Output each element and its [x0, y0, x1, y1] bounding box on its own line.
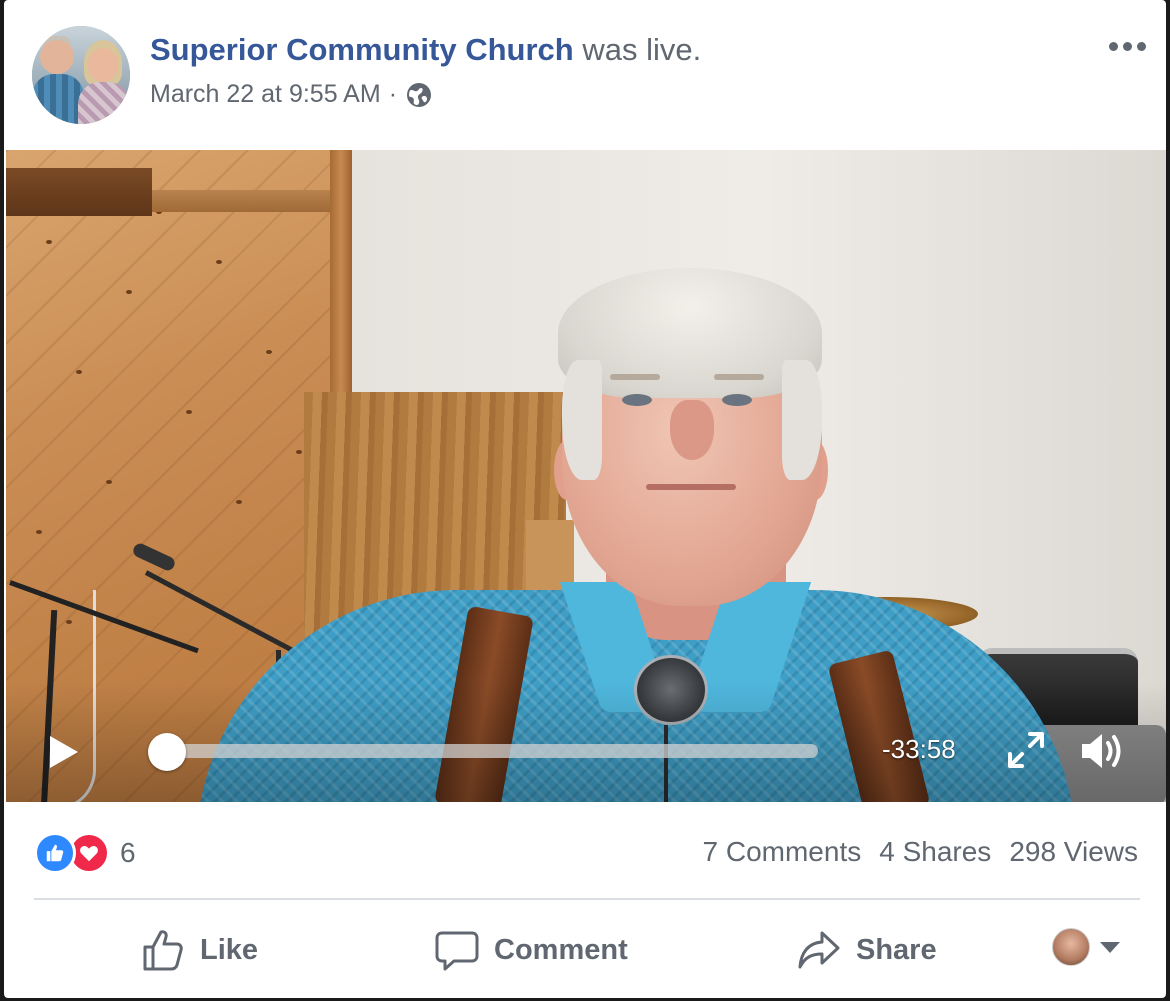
shares-count-link[interactable]: 4 Shares [879, 836, 991, 868]
video-progress-handle[interactable] [148, 733, 186, 771]
share-button[interactable]: Share [796, 922, 937, 978]
play-button[interactable] [42, 732, 82, 772]
comment-button[interactable]: Comment [434, 922, 628, 978]
video-person-eye [622, 394, 652, 406]
volume-button[interactable] [1078, 728, 1126, 774]
play-icon [50, 736, 78, 768]
page-avatar[interactable] [32, 26, 130, 124]
video-person-nose [670, 400, 714, 460]
dot [1136, 41, 1146, 51]
thumbs-up-icon [143, 930, 183, 971]
globe-icon[interactable] [405, 81, 433, 109]
comment-label: Comment [494, 933, 628, 966]
like-button[interactable]: Like [140, 922, 258, 978]
views-count: 298 Views [1009, 836, 1138, 867]
post-timestamp[interactable]: March 22 at 9:55 AM [150, 80, 381, 109]
fullscreen-button[interactable] [1006, 730, 1046, 770]
reaction-identity-selector[interactable] [1052, 928, 1120, 966]
reaction-count: 6 [120, 837, 136, 868]
video-beam [152, 190, 332, 212]
reactions-summary[interactable]: 6 [34, 832, 136, 874]
video-person-hair [562, 360, 602, 480]
meta-separator: · [388, 80, 398, 108]
like-reaction-icon [34, 832, 76, 874]
share-arrow-icon [798, 931, 840, 969]
page-name-link[interactable]: Superior Community Church [150, 32, 574, 67]
fullscreen-icon [1008, 732, 1044, 768]
more-options-button[interactable] [1106, 34, 1148, 58]
post-status: was live. [582, 32, 702, 67]
divider [34, 898, 1140, 900]
video-person-brow [610, 374, 660, 380]
like-label: Like [200, 933, 259, 966]
video-time-remaining: -33:58 [882, 734, 956, 764]
video-person-mouth [646, 484, 736, 490]
video-progress-bar[interactable] [166, 744, 818, 758]
post-meta: March 22 at 9:55 AM · [150, 80, 433, 109]
post-stats: 7 Comments 4 Shares 298 Views [703, 836, 1138, 868]
comments-count-link[interactable]: 7 Comments [703, 836, 862, 868]
comment-bubble-icon [435, 931, 479, 971]
post-title: Superior Community Church was live. [150, 32, 701, 68]
post-card: Superior Community Church was live. Marc… [4, 0, 1166, 998]
user-avatar [1052, 928, 1090, 966]
video-person-eye [722, 394, 752, 406]
video-player[interactable]: -33:58 [6, 150, 1166, 802]
share-label: Share [856, 933, 937, 966]
dot [1108, 41, 1118, 51]
chevron-down-icon [1100, 941, 1120, 953]
volume-icon [1082, 734, 1121, 768]
video-beam [6, 168, 152, 216]
dot [1122, 41, 1132, 51]
video-person-hair [782, 360, 822, 480]
video-person-brow [714, 374, 764, 380]
